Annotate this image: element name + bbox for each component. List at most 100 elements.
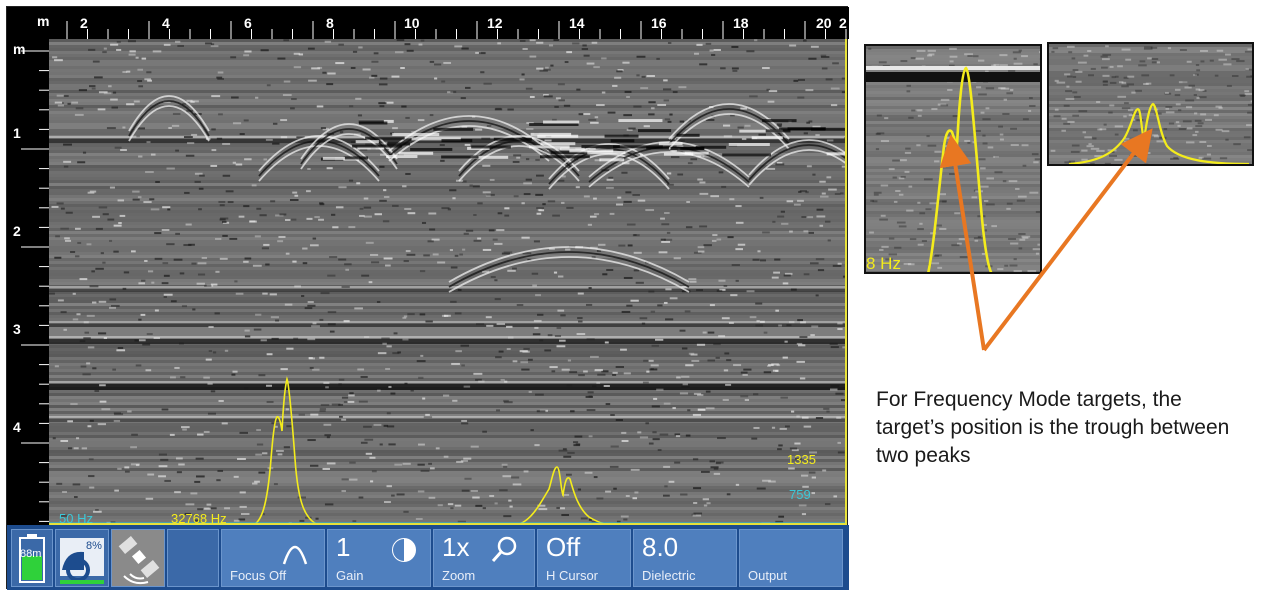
radargram-band <box>49 489 845 492</box>
radargram-speckle <box>815 417 824 420</box>
radargram-speckle <box>632 497 638 500</box>
radargram-speckle <box>742 373 748 376</box>
inset-speckle <box>949 47 957 50</box>
radargram-speckle <box>550 64 554 67</box>
radargram-speckle <box>235 292 244 295</box>
radargram-speckle <box>88 475 95 478</box>
inset-speckle <box>1034 158 1040 161</box>
inset-speckle <box>1066 85 1070 88</box>
radargram-speckle <box>312 322 317 325</box>
dielectric-button[interactable]: 8.0 Dielectric <box>633 529 737 587</box>
radargram-speckle <box>429 60 435 63</box>
radargram-speckle <box>320 127 326 130</box>
radargram-layer-highlight <box>49 336 845 338</box>
radargram-speckle <box>460 97 466 100</box>
radargram-speckle <box>360 441 368 444</box>
radargram-speckle <box>349 461 356 464</box>
radargram-speckle <box>773 271 780 274</box>
radargram-speckle <box>75 107 84 110</box>
inset-speckle <box>1202 157 1212 160</box>
radargram-band <box>49 300 845 303</box>
radargram-band <box>49 423 845 426</box>
focus-curve-icon <box>282 545 308 565</box>
zoom-button[interactable]: 1x Zoom <box>433 529 535 587</box>
radargram-speckle <box>590 121 599 124</box>
radargram-speckle <box>91 301 97 304</box>
inset-speckle <box>1199 141 1207 144</box>
radargram-band <box>49 453 845 456</box>
radargram-band <box>49 246 845 249</box>
inset-speckle <box>898 225 907 228</box>
gps-button[interactable] <box>111 529 165 587</box>
radargram-speckle <box>211 149 217 152</box>
radargram-speckle <box>462 248 466 251</box>
radargram-speckle <box>112 368 117 371</box>
inset-speckle <box>1121 48 1131 51</box>
radargram-speckle <box>339 131 344 134</box>
radargram-speckle <box>697 250 705 253</box>
radargram-speckle <box>391 75 400 78</box>
focus-button[interactable]: Focus Off <box>221 529 325 587</box>
radargram-speckle <box>371 261 380 264</box>
radargram-speckle <box>266 84 271 87</box>
radargram-view[interactable]: 50 Hz 32768 Hz 1335 759 <box>49 39 847 525</box>
radargram-speckle <box>779 427 787 430</box>
radargram-speckle <box>137 68 144 71</box>
radargram-speckle <box>759 259 767 262</box>
radargram-band <box>49 87 845 90</box>
radargram-speckle <box>705 42 712 45</box>
radargram-speckle <box>145 497 154 500</box>
radargram-speckle <box>158 465 168 468</box>
inset-band <box>866 211 1040 214</box>
radargram-speckle <box>443 61 452 64</box>
inset-speckle <box>1114 158 1123 161</box>
inset-band <box>866 106 1040 109</box>
gain-button[interactable]: 1 Gain <box>327 529 431 587</box>
inset-speckle <box>869 231 874 234</box>
radargram-speckle <box>208 325 214 328</box>
radargram-speckle <box>526 127 534 130</box>
inset-speckle <box>1027 270 1037 272</box>
radargram-speckle <box>244 387 249 390</box>
radargram-speckle <box>648 359 654 362</box>
radargram-speckle <box>166 167 175 170</box>
radargram-speckle <box>637 199 646 202</box>
radargram-speckle <box>210 45 219 48</box>
radargram-speckle <box>326 167 333 170</box>
reflector-streak <box>728 143 770 147</box>
inset-band <box>866 118 1040 121</box>
radargram-speckle <box>451 362 460 365</box>
output-button[interactable]: Output <box>739 529 843 587</box>
radargram-speckle <box>583 113 591 116</box>
radargram-speckle <box>427 240 434 243</box>
radargram-speckle <box>382 342 387 345</box>
radargram-speckle <box>286 425 292 428</box>
inset-speckle <box>974 239 979 242</box>
radargram-speckle <box>685 434 691 437</box>
inset-speckle <box>1193 94 1197 97</box>
ruler-tick-10: 10 <box>404 15 420 31</box>
h-cursor-button[interactable]: Off H Cursor <box>537 529 631 587</box>
radargram-speckle <box>205 42 212 45</box>
radargram-speckle <box>656 388 664 391</box>
reflector-streak <box>537 134 579 138</box>
radargram-speckle <box>57 299 64 302</box>
inset-speckle <box>1052 47 1059 50</box>
radargram-speckle <box>640 87 649 90</box>
inset-speckle <box>1033 161 1039 164</box>
radargram-speckle <box>329 256 338 259</box>
radargram-speckle <box>639 317 648 320</box>
inset-speckle <box>916 144 921 147</box>
radargram-band <box>49 363 845 366</box>
radargram-speckle <box>583 370 588 373</box>
blank-button[interactable] <box>167 529 219 587</box>
radargram-speckle <box>557 309 565 312</box>
radargram-speckle <box>757 250 761 253</box>
radargram-speckle <box>420 354 424 357</box>
inset-speckle <box>1183 165 1188 166</box>
radargram-speckle <box>490 276 496 279</box>
radargram-speckle <box>396 493 405 496</box>
radargram-speckle <box>405 116 410 119</box>
radargram-speckle <box>385 367 391 370</box>
inset-speckle <box>1006 207 1011 210</box>
